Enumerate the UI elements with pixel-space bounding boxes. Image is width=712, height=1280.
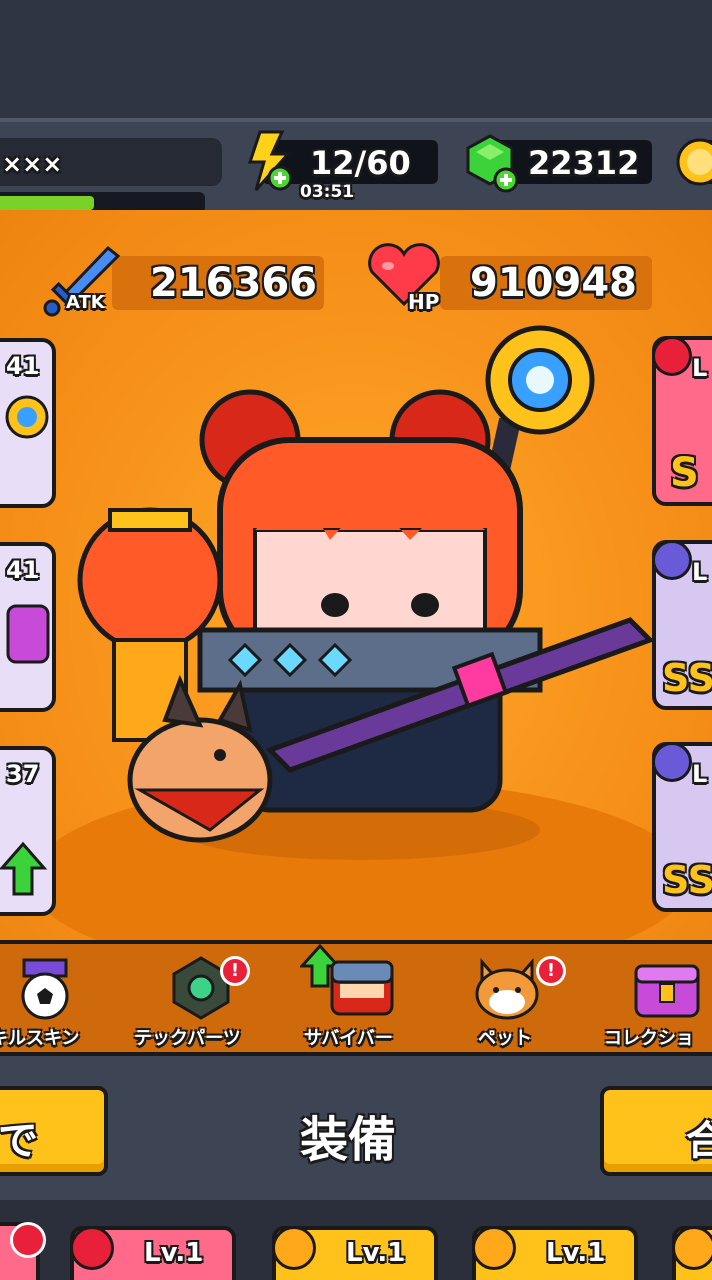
menu-kill-skin[interactable]: キルスキン (0, 952, 110, 1049)
energy-timer: 03:51 (300, 182, 355, 202)
shirt-icon (472, 1226, 516, 1270)
gem-value: 22312 (528, 144, 640, 182)
player-name: ××× (2, 150, 63, 178)
glove-icon (70, 1226, 114, 1270)
equip-card-left-3[interactable]: 37 (0, 746, 56, 916)
xp-bar-fill (0, 196, 94, 210)
inventory-item[interactable]: Lv.1 (70, 1226, 236, 1280)
red-badge-icon (10, 1222, 46, 1258)
belt-slot-icon (652, 742, 692, 782)
helmet-slot-icon (652, 540, 692, 580)
shirt-icon (672, 1226, 712, 1270)
soccer-ball-hat-icon (21, 958, 69, 1020)
treasure-chest-icon (634, 964, 700, 1018)
equip-card-left-2[interactable]: 41 (0, 542, 56, 712)
equip-card-right-1[interactable]: L S (652, 336, 712, 506)
inventory-item[interactable]: Lv.1 (472, 1226, 638, 1280)
green-gem-plus-icon[interactable] (464, 134, 524, 196)
character-illustration (77, 325, 655, 860)
shirt-icon (272, 1226, 316, 1270)
equip-card-right-2[interactable]: L SS (652, 540, 712, 710)
lightning-plus-icon[interactable] (238, 130, 298, 194)
energy-value: 12/60 (310, 144, 411, 182)
top-status-strip (0, 0, 712, 118)
inventory-item-partial[interactable] (672, 1226, 712, 1280)
alert-badge: ! (220, 956, 250, 986)
gear-orb-icon (5, 395, 49, 439)
left-action-button[interactable]: で (0, 1086, 108, 1176)
inventory-item[interactable]: Lv.1 (272, 1226, 438, 1280)
survivor-head-icon (330, 960, 394, 1016)
shiba-dog-icon (475, 958, 539, 1020)
equip-card-right-3[interactable]: L SS (652, 742, 712, 912)
alert-badge: ! (536, 956, 566, 986)
menu-tech-parts[interactable]: ! テックパーツ (130, 952, 280, 1049)
shirt-slot-icon (652, 336, 692, 376)
right-action-button[interactable]: 合 (600, 1086, 712, 1176)
menu-survivor[interactable]: サバイバー (296, 944, 426, 1049)
page-title: 装備 (300, 1112, 397, 1168)
menu-collection[interactable]: コレクショ (600, 952, 712, 1049)
upgrade-arrow-icon (0, 841, 48, 896)
equip-card-left-1[interactable]: 41 (0, 338, 56, 508)
gold-coin-icon[interactable] (672, 136, 712, 192)
armor-icon (6, 604, 50, 664)
menu-pet[interactable]: ! ペット (460, 952, 580, 1049)
